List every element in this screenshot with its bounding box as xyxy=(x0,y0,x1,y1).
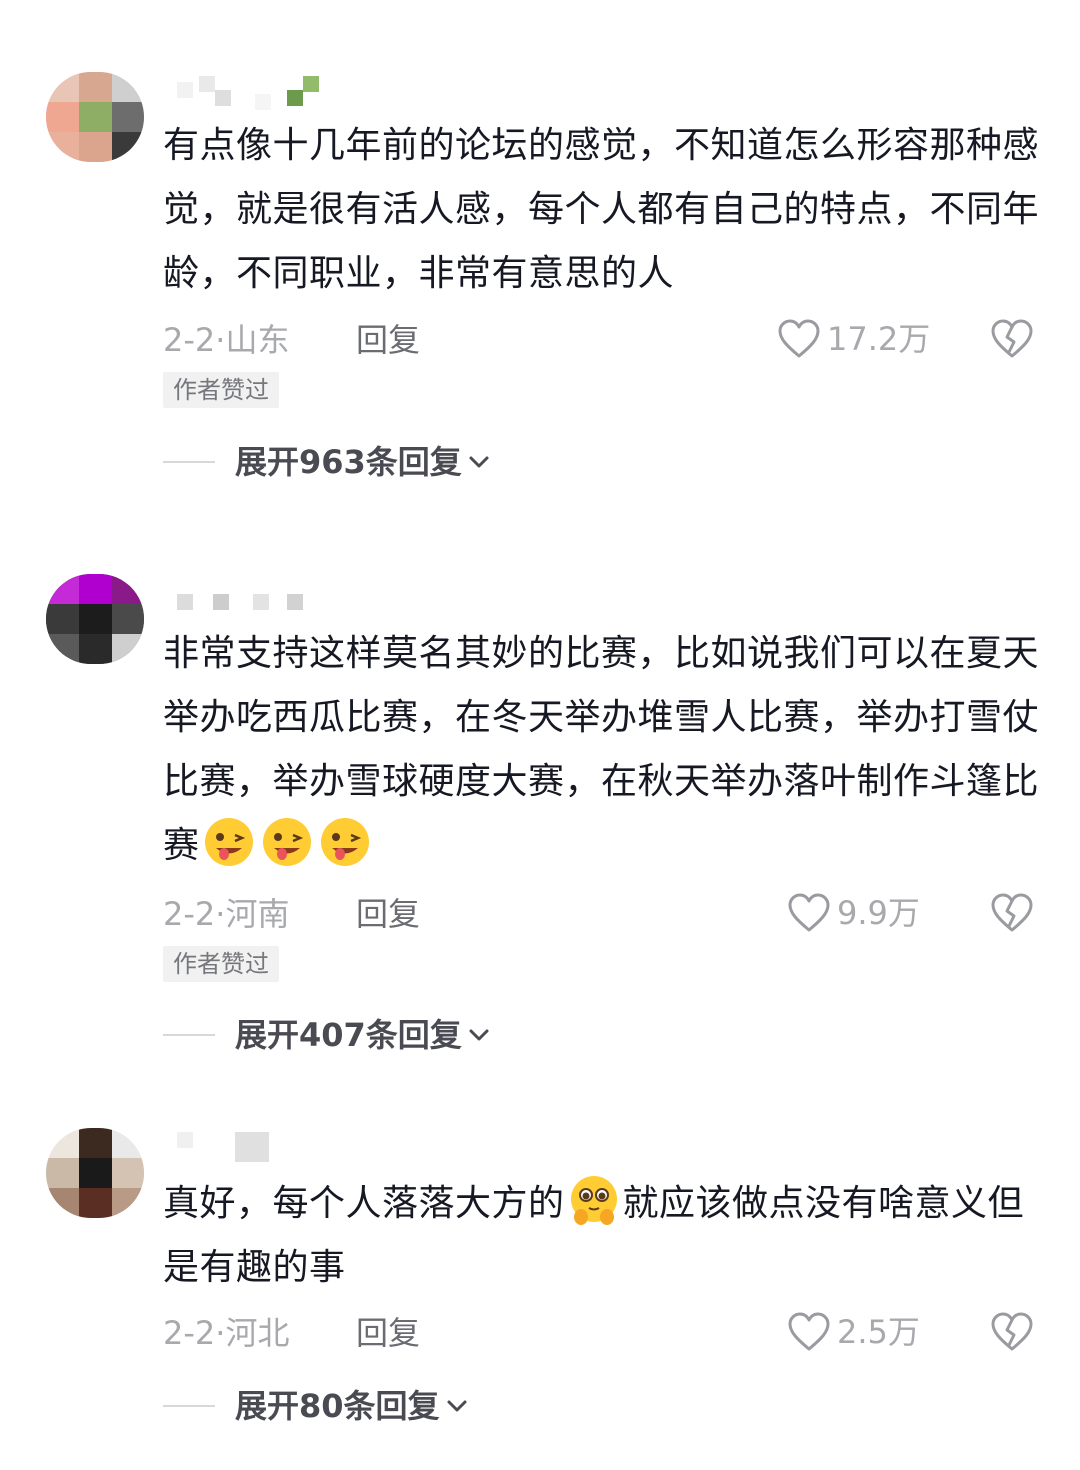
divider-line xyxy=(163,1405,215,1407)
like-button[interactable]: 9.9万 xyxy=(787,892,920,934)
comment-text: 非常支持这样莫名其妙的比赛，比如说我们可以在夏天举办吃西瓜比赛，在冬天举办堆雪人… xyxy=(163,622,1043,878)
chevron-down-icon xyxy=(447,1400,467,1412)
divider-line xyxy=(163,461,215,463)
heart-icon xyxy=(788,1312,830,1351)
avatar[interactable] xyxy=(46,72,144,162)
comment-date: 2-2 xyxy=(163,1314,216,1352)
dislike-button[interactable] xyxy=(990,1311,1034,1357)
author-liked-badge: 作者赞过 xyxy=(163,372,279,408)
expand-replies-label: 展开80条回复 xyxy=(235,1387,440,1425)
meta-separator: · xyxy=(215,321,226,359)
comment-meta: 2-2·山东 xyxy=(163,320,289,360)
comment-location: 山东 xyxy=(225,321,290,359)
like-button[interactable]: 2.5万 xyxy=(787,1311,920,1353)
expand-replies-button[interactable]: 展开80条回复 xyxy=(163,1386,468,1426)
meta-separator: · xyxy=(215,895,226,933)
reply-button[interactable]: 回复 xyxy=(356,1313,420,1353)
like-count: 17.2万 xyxy=(827,320,931,358)
like-button[interactable]: 17.2万 xyxy=(777,318,930,360)
broken-heart-icon xyxy=(991,1312,1033,1351)
heart-icon xyxy=(788,893,830,932)
dislike-button[interactable] xyxy=(990,318,1034,364)
broken-heart-icon xyxy=(991,893,1033,932)
expand-replies-button[interactable]: 展开963条回复 xyxy=(163,442,490,482)
comment-meta: 2-2·河北 xyxy=(163,1313,289,1353)
username-obscured[interactable] xyxy=(163,72,363,112)
wink-tongue-emoji xyxy=(200,818,374,866)
comment-text-before: 真好，每个人落落大方的 xyxy=(163,1183,565,1224)
comment-meta: 2-2·河南 xyxy=(163,894,289,934)
comment-date: 2-2 xyxy=(163,321,216,359)
comment-location: 河南 xyxy=(225,895,290,933)
comment-location: 河北 xyxy=(225,1314,290,1352)
username-obscured[interactable] xyxy=(163,1128,363,1168)
comment-text: 真好，每个人落落大方的 就应该做点没有啥意义但是有趣的事 xyxy=(163,1172,1043,1300)
expand-replies-label: 展开963条回复 xyxy=(235,443,462,481)
meta-separator: · xyxy=(215,1314,226,1352)
avatar[interactable] xyxy=(46,1128,144,1218)
heart-icon xyxy=(778,319,820,358)
like-count: 9.9万 xyxy=(837,894,920,932)
chevron-down-icon xyxy=(469,456,489,468)
expand-replies-label: 展开407条回复 xyxy=(235,1016,462,1054)
shy-pleading-emoji xyxy=(565,1176,623,1225)
username-obscured[interactable] xyxy=(163,584,363,624)
broken-heart-icon xyxy=(991,319,1033,358)
like-count: 2.5万 xyxy=(837,1313,920,1351)
comment-date: 2-2 xyxy=(163,895,216,933)
comment-text: 有点像十几年前的论坛的感觉，不知道怎么形容那种感觉，就是很有活人感，每个人都有自… xyxy=(163,125,1040,294)
avatar[interactable] xyxy=(46,574,144,664)
dislike-button[interactable] xyxy=(990,892,1034,938)
expand-replies-button[interactable]: 展开407条回复 xyxy=(163,1015,490,1055)
author-liked-badge: 作者赞过 xyxy=(163,946,279,982)
divider-line xyxy=(163,1034,215,1036)
chevron-down-icon xyxy=(469,1029,489,1041)
reply-button[interactable]: 回复 xyxy=(356,320,420,360)
reply-button[interactable]: 回复 xyxy=(356,894,420,934)
